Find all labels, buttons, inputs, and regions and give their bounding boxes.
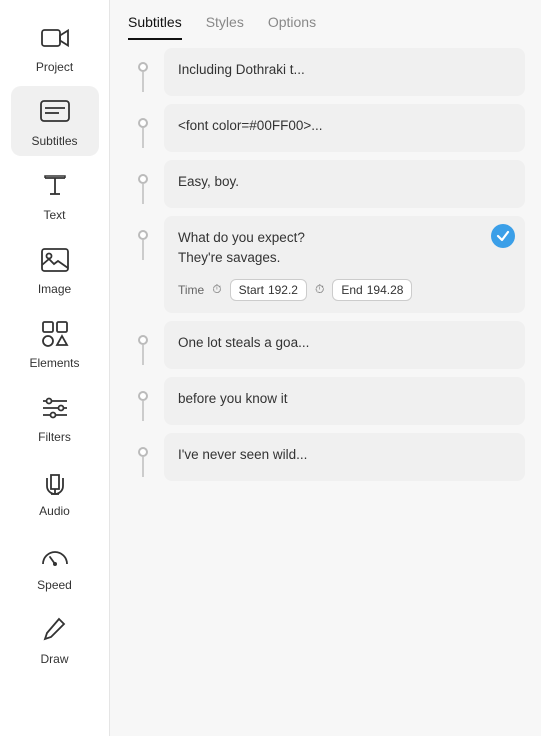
subtitle-card-4[interactable]: What do you expect? They're savages. Tim…	[164, 216, 525, 313]
sidebar-item-speed[interactable]: Speed	[11, 530, 99, 600]
timeline-line-4	[134, 216, 152, 260]
timeline-dot-5	[138, 335, 148, 345]
end-label: End	[341, 283, 362, 297]
card-text-2: <font color=#00FF00>...	[178, 118, 322, 133]
sidebar-item-label-speed: Speed	[37, 578, 72, 592]
timeline-row-6: before you know it	[134, 377, 525, 433]
sidebar-item-label-subtitles: Subtitles	[31, 134, 77, 148]
content-area: Including Dothraki t... <font color=#00F…	[110, 40, 541, 736]
timeline-line-7	[134, 433, 152, 477]
timeline-line-1	[134, 48, 152, 92]
sidebar-item-image[interactable]: Image	[11, 234, 99, 304]
timeline-row-5: One lot steals a goa...	[134, 321, 525, 377]
start-value: 192.2	[268, 283, 298, 297]
sidebar: Project Subtitles Text	[0, 0, 110, 736]
tab-options[interactable]: Options	[268, 14, 316, 40]
sidebar-item-label-filters: Filters	[38, 430, 71, 444]
timeline-dot-4	[138, 230, 148, 240]
timeline-vline-3	[142, 184, 144, 204]
tabs-bar: Subtitles Styles Options	[110, 0, 541, 40]
sidebar-item-audio[interactable]: Audio	[11, 456, 99, 526]
timeline-line-5	[134, 321, 152, 365]
timeline-row-3: Easy, boy.	[134, 160, 525, 216]
timeline-vline-1	[142, 72, 144, 92]
tab-styles[interactable]: Styles	[206, 14, 244, 40]
sidebar-item-draw[interactable]: Draw	[11, 604, 99, 674]
tab-subtitles[interactable]: Subtitles	[128, 14, 182, 40]
video-icon	[37, 20, 73, 56]
card-text-7: I've never seen wild...	[178, 447, 307, 462]
timeline-vline-5	[142, 345, 144, 365]
start-label: Start	[239, 283, 264, 297]
card-text-3: Easy, boy.	[178, 174, 239, 189]
sidebar-item-subtitles[interactable]: Subtitles	[11, 86, 99, 156]
image-icon	[37, 242, 73, 278]
timeline-dot-6	[138, 391, 148, 401]
card-text-1: Including Dothraki t...	[178, 62, 305, 77]
sidebar-item-label-text: Text	[43, 208, 65, 222]
card-text-4: What do you expect? They're savages.	[178, 228, 511, 269]
sidebar-item-label-elements: Elements	[29, 356, 79, 370]
end-value: 194.28	[367, 283, 404, 297]
elements-icon	[37, 316, 73, 352]
subtitle-card-5[interactable]: One lot steals a goa...	[164, 321, 525, 369]
timeline-row-7: I've never seen wild...	[134, 433, 525, 489]
timeline-dot-7	[138, 447, 148, 457]
timeline-wrapper: Including Dothraki t... <font color=#00F…	[126, 48, 525, 489]
card-text-6: before you know it	[178, 391, 288, 406]
end-time-input[interactable]: End 194.28	[332, 279, 412, 301]
timeline-row-2: <font color=#00FF00>...	[134, 104, 525, 160]
audio-icon	[37, 464, 73, 500]
timeline-dot-3	[138, 174, 148, 184]
filters-icon	[37, 390, 73, 426]
sidebar-item-elements[interactable]: Elements	[11, 308, 99, 378]
timeline-line-6	[134, 377, 152, 421]
subtitles-icon	[37, 94, 73, 130]
check-badge	[491, 224, 515, 248]
card-text-4-line2: They're savages.	[178, 250, 280, 265]
subtitle-card-2[interactable]: <font color=#00FF00>...	[164, 104, 525, 152]
timeline-vline-6	[142, 401, 144, 421]
sidebar-item-project[interactable]: Project	[11, 12, 99, 82]
subtitle-card-3[interactable]: Easy, boy.	[164, 160, 525, 208]
timeline-line-2	[134, 104, 152, 148]
card-text-4-line1: What do you expect?	[178, 230, 305, 245]
text-icon	[37, 168, 73, 204]
time-label: Time	[178, 283, 204, 297]
sidebar-item-label-project: Project	[36, 60, 73, 74]
main-panel: Subtitles Styles Options Including Dothr…	[110, 0, 541, 736]
check-icon	[496, 229, 510, 243]
clock-icon-end: ⏱	[315, 282, 324, 297]
timeline-vline-2	[142, 128, 144, 148]
subtitle-card-1[interactable]: Including Dothraki t...	[164, 48, 525, 96]
timeline-row-1: Including Dothraki t...	[134, 48, 525, 104]
draw-icon	[37, 612, 73, 648]
start-time-input[interactable]: Start 192.2	[230, 279, 307, 301]
sidebar-item-label-draw: Draw	[40, 652, 68, 666]
timeline-vline-4	[142, 240, 144, 260]
sidebar-item-text[interactable]: Text	[11, 160, 99, 230]
sidebar-item-label-audio: Audio	[39, 504, 70, 518]
subtitle-card-7[interactable]: I've never seen wild...	[164, 433, 525, 481]
sidebar-item-filters[interactable]: Filters	[11, 382, 99, 452]
timeline-dot-2	[138, 118, 148, 128]
subtitle-card-6[interactable]: before you know it	[164, 377, 525, 425]
timeline-line-3	[134, 160, 152, 204]
clock-icon-start: ⏱	[212, 282, 221, 297]
time-row: Time ⏱ Start 192.2 ⏱ End 194.28	[178, 279, 511, 301]
sidebar-item-label-image: Image	[38, 282, 71, 296]
timeline-dot-1	[138, 62, 148, 72]
timeline-row-4: What do you expect? They're savages. Tim…	[134, 216, 525, 321]
speed-icon	[37, 538, 73, 574]
timeline-vline-7	[142, 457, 144, 477]
card-text-5: One lot steals a goa...	[178, 335, 309, 350]
